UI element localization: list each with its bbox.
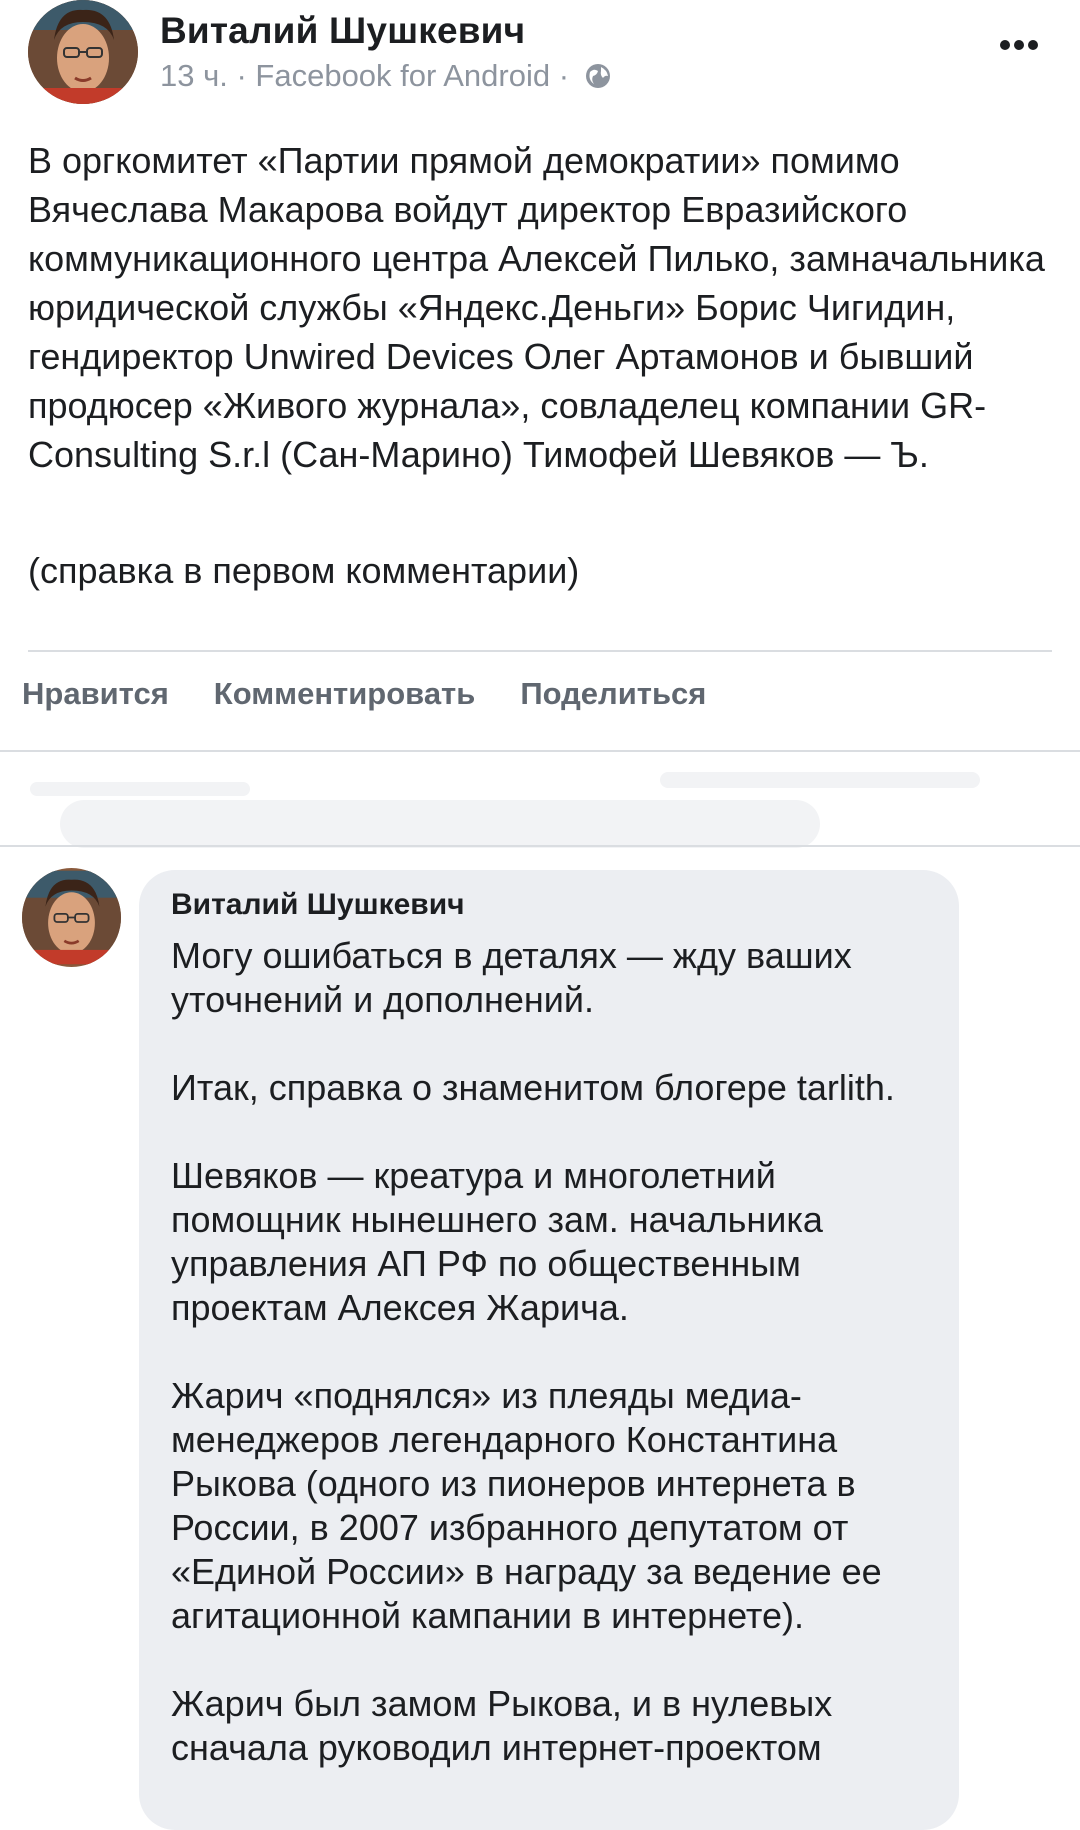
blurred-reactions-area xyxy=(0,752,1080,848)
comment-text: Могу ошибаться в деталях — жду ваших уто… xyxy=(171,934,951,1814)
more-dots-icon xyxy=(1000,40,1010,51)
comment-paragraph: Шевяков — креатура и многолетний помощни… xyxy=(171,1155,823,1328)
post-header: Виталий Шушкевич 13 ч. · Facebook for An… xyxy=(0,0,1080,120)
globe-icon xyxy=(584,62,612,98)
like-button[interactable]: Нравится xyxy=(22,676,169,726)
post-body: В оргкомитет «Партии прямой демократии» … xyxy=(28,140,1045,475)
share-button[interactable]: Поделиться xyxy=(520,676,706,726)
divider xyxy=(28,650,1052,652)
comment-paragraph: Жарич был замом Рыкова, и в нулевых снач… xyxy=(171,1683,833,1768)
post-meta: 13 ч. · Facebook for Android · xyxy=(160,58,612,98)
post-note: (справка в первом комментарии) xyxy=(28,550,580,591)
blur-smear xyxy=(60,800,820,848)
author-avatar[interactable] xyxy=(28,0,138,104)
divider xyxy=(0,845,1080,847)
comment-paragraph: Итак, справка о знаменитом блогере tarli… xyxy=(171,1067,895,1108)
comment-author-avatar[interactable] xyxy=(22,868,121,967)
avatar-image xyxy=(28,0,138,104)
comment-paragraph: Могу ошибаться в деталях — жду ваших уто… xyxy=(171,935,852,1020)
comment-bubble: Виталий Шушкевич Могу ошибаться в деталя… xyxy=(139,870,959,1830)
more-dot xyxy=(1014,40,1024,51)
post-actions: Нравится Комментировать Поделиться xyxy=(22,676,706,726)
author-name[interactable]: Виталий Шушкевич xyxy=(160,10,525,52)
comment-paragraph: Жарич «поднялся» из плеяды медиа-менедже… xyxy=(171,1375,882,1636)
more-options-button[interactable] xyxy=(994,28,1044,58)
blur-smear xyxy=(660,772,980,788)
more-dot xyxy=(1028,40,1038,51)
avatar-image xyxy=(22,870,121,965)
post-timestamp-source[interactable]: 13 ч. · Facebook for Android · xyxy=(160,58,569,93)
comment-author-name[interactable]: Виталий Шушкевич xyxy=(171,888,465,922)
comment-button[interactable]: Комментировать xyxy=(214,676,476,726)
blur-smear xyxy=(30,782,250,796)
